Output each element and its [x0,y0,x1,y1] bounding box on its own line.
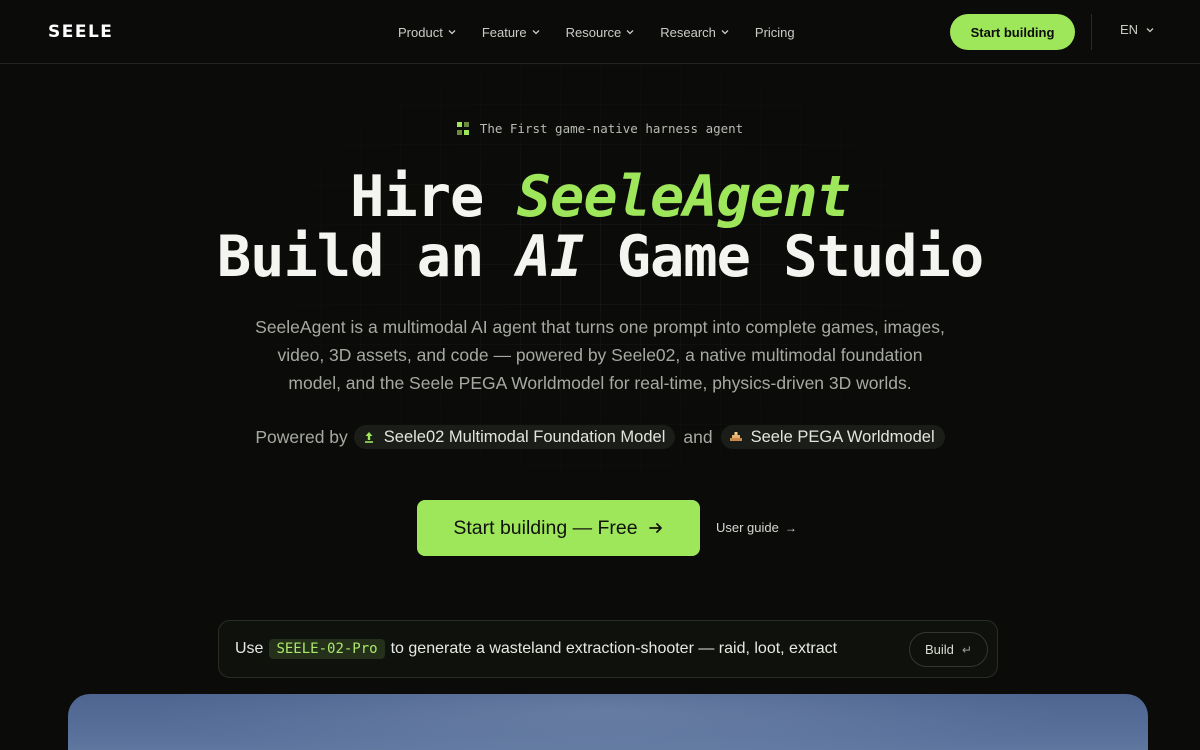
enter-icon: ↵ [961,642,972,657]
menu-item-feature[interactable]: Feature [482,25,540,40]
language-selector[interactable]: EN [1120,22,1154,37]
powered-by-row: Powered by Seele02 Multimodal Foundation… [0,425,1200,449]
chip-label: Seele PEGA Worldmodel [750,427,935,446]
chevron-down-icon [1146,27,1154,32]
chevron-down-icon [532,30,540,35]
menu-item-product[interactable]: Product [398,25,456,40]
menu-item-label: Resource [565,24,622,40]
language-label: EN [1120,22,1139,37]
hero-eyebrow: The First game-native harness agent [0,121,1200,136]
chevron-down-icon [721,30,729,35]
start-building-button[interactable]: Start building [950,14,1075,50]
prompt-input[interactable]: Use SEELE-02-Pro to generate a wasteland… [218,620,998,678]
menu-item-research[interactable]: Research [660,25,729,40]
chevron-down-icon [626,30,634,35]
arrow-right-icon: → [784,520,797,535]
model-tag: SEELE-02-Pro [269,639,385,659]
chip-label: Seele02 Multimodal Foundation Model [383,427,666,446]
user-guide-link[interactable]: User guide → [716,520,797,535]
arrow-right-icon [648,523,662,533]
main-menu: Product Feature Resource Research Pricin… [398,0,795,64]
menu-item-label: Feature [481,24,527,40]
upload-arrow-icon [364,432,373,443]
title-part-b: Game Studio [616,224,984,290]
model-chip-pega[interactable]: Seele PEGA Worldmodel [720,425,945,449]
hero-title-line-2: Build an AI Game Studio [0,224,1200,290]
title-part-a: Build an [216,224,485,290]
title-accent: SeeleAgent [516,164,851,230]
prompt-text: Use SEELE-02-Pro to generate a wasteland… [235,639,837,659]
menu-item-resource[interactable]: Resource [566,25,635,40]
hero-description: SeeleAgent is a multimodal AI agent that… [255,317,945,393]
prompt-prefix: Use [235,640,264,657]
build-label: Build [925,642,954,657]
eyebrow-text: The First game-native harness agent [479,121,744,136]
menu-item-label: Research [660,24,716,40]
menu-item-pricing[interactable]: Pricing [755,25,795,40]
hero-title-line-1: Hire SeeleAgent [0,164,1200,230]
build-button[interactable]: Build ↵ [909,632,988,667]
grid-icon [456,122,470,135]
top-nav: SEELE Product Feature Resource Research … [0,0,1200,64]
cta-label: Start building — Free [453,516,638,539]
powered-join: and [683,426,713,447]
world-model-icon [729,432,742,441]
start-building-free-button[interactable]: Start building — Free [417,500,700,556]
prompt-body: to generate a wasteland extraction-shoot… [390,640,838,657]
title-italic: AI [516,224,585,290]
powered-by-label: Powered by [255,426,348,447]
chevron-down-icon [448,30,456,35]
nav-divider [1091,14,1092,50]
menu-item-label: Product [398,24,443,40]
model-chip-seele02[interactable]: Seele02 Multimodal Foundation Model [353,425,676,449]
game-preview-image [68,694,1148,750]
menu-item-label: Pricing [754,24,795,40]
guide-label: User guide [716,520,779,535]
title-prefix: Hire [350,164,484,230]
seele-logo[interactable]: SEELE [48,22,113,42]
